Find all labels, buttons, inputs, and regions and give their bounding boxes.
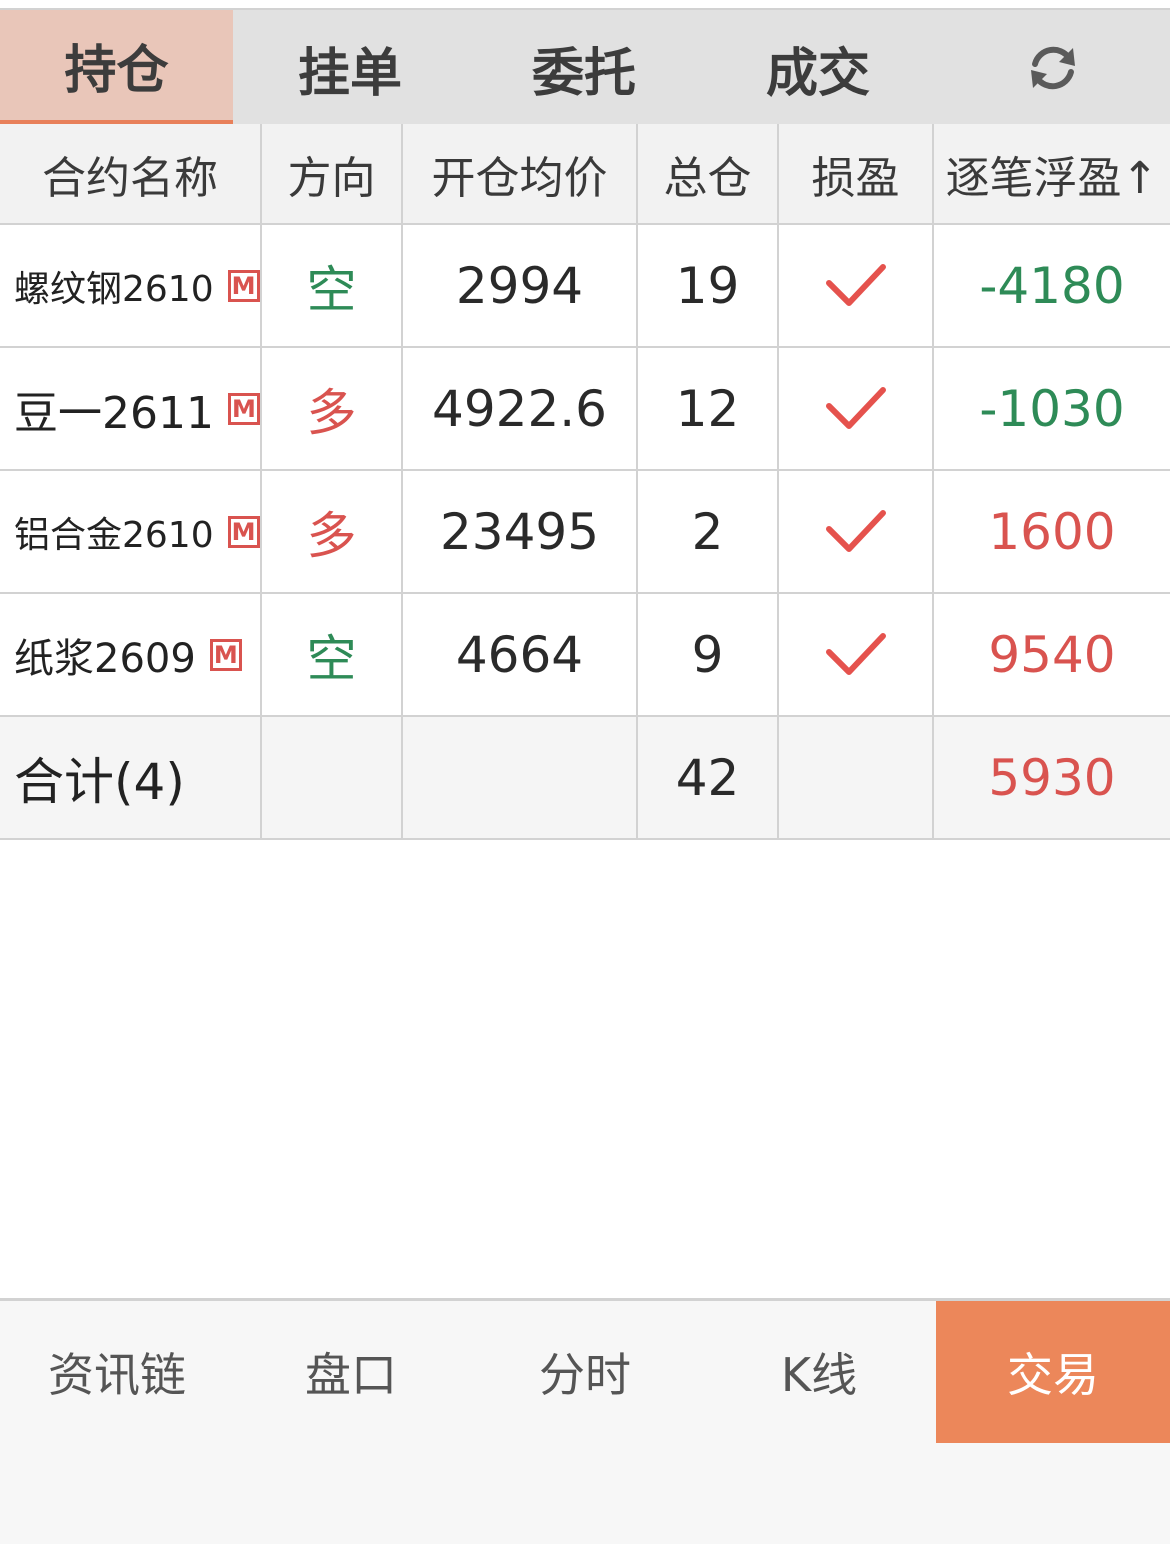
stop-profit-loss-cell[interactable] [779, 225, 934, 346]
stop-profit-loss-cell[interactable] [779, 471, 934, 592]
positions-table: 合约名称 方向 开仓均价 总仓 损盈 逐笔浮盈↑ 螺纹钢2610 M 空 299… [0, 124, 1170, 840]
contract-name: 纸浆2609 [14, 635, 196, 682]
header-direction[interactable]: 方向 [262, 124, 403, 223]
m-badge-icon: M [209, 638, 242, 671]
nav-trade[interactable]: 交易 [936, 1301, 1170, 1443]
header-contract-name[interactable]: 合约名称 [0, 124, 262, 223]
check-icon [825, 386, 886, 429]
check-icon [825, 509, 886, 552]
total-position: 9 [638, 594, 779, 715]
bottom-nav: 资讯链 盘口 分时 K线 交易 [0, 1298, 1170, 1544]
direction: 多 [262, 348, 403, 469]
check-icon [825, 263, 886, 306]
nav-news-chain[interactable]: 资讯链 [0, 1301, 234, 1443]
contract-name-cell: 螺纹钢2610 M [0, 225, 262, 346]
refresh-button[interactable] [935, 10, 1170, 126]
open-avg-price: 2994 [403, 225, 638, 346]
tab-pending-orders[interactable]: 挂单 [233, 10, 467, 126]
stop-profit-loss-cell[interactable] [779, 594, 934, 715]
open-avg-price: 4922.6 [403, 348, 638, 469]
stop-profit-loss-cell[interactable] [779, 348, 934, 469]
total-position: 2 [638, 471, 779, 592]
contract-name-cell: 纸浆2609 M [0, 594, 262, 715]
total-label: 合计(4) [0, 717, 262, 838]
contract-name: 螺纹钢2610 [14, 268, 214, 310]
contract-name-cell: 豆一2611 M [0, 348, 262, 469]
floating-pnl: -1030 [979, 379, 1125, 438]
refresh-icon [1030, 46, 1075, 90]
direction: 多 [262, 471, 403, 592]
total-empty-cell [779, 717, 934, 838]
direction: 空 [262, 594, 403, 715]
total-position-sum: 42 [638, 717, 779, 838]
contract-name: 豆一2611 [14, 387, 214, 439]
m-badge-icon: M [227, 392, 260, 425]
contract-name: 铝合金2610 [14, 514, 214, 556]
tab-trades[interactable]: 成交 [701, 10, 935, 126]
header-floating-pnl[interactable]: 逐笔浮盈↑ [934, 124, 1170, 223]
total-position: 19 [638, 225, 779, 346]
m-badge-icon: M [227, 515, 260, 548]
m-badge-icon: M [227, 269, 260, 302]
header-total-position[interactable]: 总仓 [638, 124, 779, 223]
floating-pnl: -4180 [979, 256, 1125, 315]
top-tab-bar: 持仓 挂单 委托 成交 [0, 8, 1170, 126]
total-floating-pnl: 5930 [988, 748, 1116, 807]
table-row[interactable]: 豆一2611 M 多 4922.6 12 -1030 [0, 348, 1170, 471]
contract-name-cell: 铝合金2610 M [0, 471, 262, 592]
header-open-avg-price[interactable]: 开仓均价 [403, 124, 638, 223]
total-empty-cell [403, 717, 638, 838]
table-row[interactable]: 铝合金2610 M 多 23495 2 1600 [0, 471, 1170, 594]
tab-orders[interactable]: 委托 [467, 10, 701, 126]
total-empty-cell [262, 717, 403, 838]
nav-kline[interactable]: K线 [702, 1301, 936, 1443]
check-icon [825, 632, 886, 675]
table-row[interactable]: 螺纹钢2610 M 空 2994 19 -4180 [0, 225, 1170, 348]
floating-pnl: 1600 [988, 502, 1116, 561]
tab-positions[interactable]: 持仓 [0, 10, 233, 126]
nav-time-sharing[interactable]: 分时 [468, 1301, 702, 1443]
direction: 空 [262, 225, 403, 346]
total-position: 12 [638, 348, 779, 469]
open-avg-price: 4664 [403, 594, 638, 715]
header-stop-profit-loss[interactable]: 损盈 [779, 124, 934, 223]
table-row[interactable]: 纸浆2609 M 空 4664 9 9540 [0, 594, 1170, 717]
total-row: 合计(4) 42 5930 [0, 717, 1170, 840]
floating-pnl: 9540 [988, 625, 1116, 684]
nav-order-book[interactable]: 盘口 [234, 1301, 468, 1443]
table-header: 合约名称 方向 开仓均价 总仓 损盈 逐笔浮盈↑ [0, 124, 1170, 225]
open-avg-price: 23495 [403, 471, 638, 592]
